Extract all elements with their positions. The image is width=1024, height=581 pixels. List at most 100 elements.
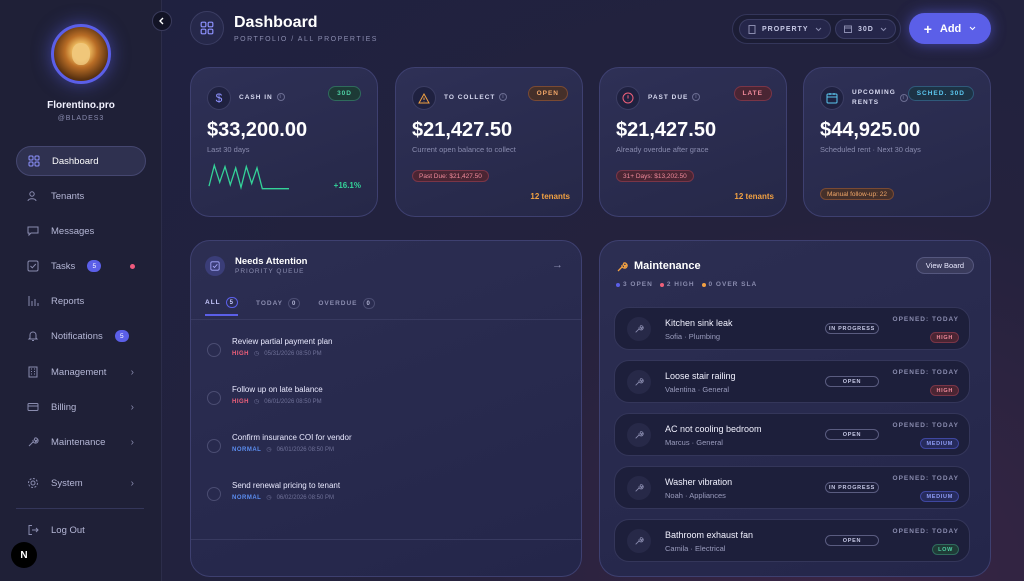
maintenance-meta: Valentina · General [665, 385, 730, 394]
maintenance-meta: Noah · Appliances [665, 491, 726, 500]
collapse-sidebar-button[interactable] [152, 11, 172, 31]
sidebar-item-tenants[interactable]: Tenants [16, 181, 146, 211]
cash-in-delta: +16.1% [333, 181, 361, 190]
sidebar-item-messages[interactable]: Messages [16, 216, 146, 246]
wrench-icon [627, 370, 651, 394]
info-icon: i [499, 93, 508, 101]
task-meta: NORMAL ◷ 06/01/2026 08:50 PM [232, 446, 334, 454]
sidebar-item-label: Dashboard [52, 155, 99, 167]
task-meta: NORMAL ◷ 06/02/2026 08:50 PM [232, 494, 334, 502]
range-select[interactable]: 30D [835, 19, 896, 39]
maintenance-row[interactable]: AC not cooling bedroom Marcus · General … [614, 413, 970, 456]
task-checkbox[interactable] [207, 391, 221, 405]
wrench-icon [627, 476, 651, 500]
checkbox-icon [205, 256, 225, 276]
divider [191, 539, 581, 540]
sidebar-item-label: Management [51, 366, 107, 378]
arrow-right-icon[interactable]: → [552, 259, 563, 271]
info-icon: i [692, 93, 701, 101]
aging-chip: 31+ Days: $13,202.50 [616, 170, 694, 182]
task-checkbox[interactable] [207, 343, 221, 357]
sidebar-item-label: Notifications [51, 330, 103, 342]
task-checkbox[interactable] [207, 487, 221, 501]
past-due-card[interactable]: PAST DUE i LATE $21,427.50 Already overdu… [599, 67, 787, 217]
add-button-label: Add [939, 22, 962, 35]
sidebar-divider [16, 508, 144, 509]
sidebar-item-notifications[interactable]: Notifications 5 [16, 321, 146, 351]
property-select-label: PROPERTY [762, 25, 809, 33]
panel-subtitle: PRIORITY QUEUE [235, 268, 305, 275]
sidebar-item-label: Tenants [51, 190, 85, 202]
avatar[interactable] [51, 24, 111, 84]
card-icon [26, 400, 40, 414]
main-content: Dashboard PORTFOLIO / ALL PROPERTIES PRO… [162, 0, 1024, 581]
maintenance-title: AC not cooling bedroom [665, 424, 762, 434]
tasks-alert-dot [130, 263, 135, 269]
priority-badge: HIGH [930, 385, 959, 396]
priority-badge: LOW [932, 544, 959, 555]
task-meta: HIGH ◷ 05/31/2026 08:50 PM [232, 350, 322, 358]
breadcrumb: PORTFOLIO / ALL PROPERTIES [234, 36, 378, 43]
tab-today[interactable]: TODAY 0 [256, 297, 301, 316]
framework-badge[interactable]: N [11, 542, 37, 568]
maintenance-title: Loose stair railing [665, 371, 736, 381]
user-handle: @BLADES3 [57, 115, 105, 122]
tab-all[interactable]: ALL 5 [205, 297, 238, 316]
upcoming-rents-card[interactable]: UPCOMING RENTS i SCHED. 30D $44,925.00 Sc… [803, 67, 991, 217]
cash-in-label: CASH IN i [239, 93, 285, 101]
sidebar-item-billing[interactable]: Billing › [16, 392, 146, 422]
add-button[interactable]: + Add [909, 13, 991, 44]
divider [191, 319, 581, 320]
maintenance-row[interactable]: Kitchen sink leak Sofia · Plumbing IN PR… [614, 307, 970, 350]
wrench-icon [26, 435, 40, 449]
cash-in-card[interactable]: $ CASH IN i 30D $33,200.00 Last 30 days +… [190, 67, 378, 217]
sidebar-item-system[interactable]: System › [16, 468, 146, 498]
property-select[interactable]: PROPERTY [739, 19, 831, 39]
maintenance-meta: Camila · Electrical [665, 544, 726, 553]
sidebar-item-label: Tasks [51, 260, 76, 272]
building-icon [26, 365, 40, 379]
maintenance-stats: 3 OPEN 2 HIGH 0 OVER SLA [616, 281, 757, 288]
period-tag: 30D [328, 86, 361, 101]
sidebar-item-tasks[interactable]: Tasks 5 [16, 251, 146, 281]
task-title: Send renewal pricing to tenant [232, 481, 341, 490]
checkbox-icon [26, 259, 40, 273]
maintenance-row[interactable]: Washer vibration Noah · Appliances IN PR… [614, 466, 970, 509]
sidebar-item-dashboard[interactable]: Dashboard [16, 146, 146, 176]
clock-icon: ◷ [254, 399, 260, 405]
logout-button[interactable]: Log Out [16, 515, 146, 545]
maintenance-meta: Marcus · General [665, 438, 723, 447]
task-meta: HIGH ◷ 06/01/2026 08:50 PM [232, 398, 322, 406]
needs-attention-panel: Needs Attention PRIORITY QUEUE → ALL 5 TO… [190, 240, 582, 577]
chevron-right-icon: › [130, 401, 134, 413]
task-row[interactable]: Review partial payment plan HIGH ◷ 05/31/2… [207, 337, 567, 367]
task-row[interactable]: Confirm insurance COI for vendor NORMAL ◷… [207, 433, 567, 463]
status-badge: IN PROGRESS [825, 482, 879, 493]
maintenance-title: Bathroom exhaust fan [665, 530, 754, 540]
to-collect-card[interactable]: TO COLLECT i OPEN $21,427.50 Current open… [395, 67, 583, 217]
panel-title: Maintenance [634, 260, 701, 272]
notifications-count-badge: 5 [114, 330, 129, 342]
tenant-count[interactable]: 12 tenants [734, 192, 774, 201]
gear-icon [26, 476, 40, 490]
task-row[interactable]: Send renewal pricing to tenant NORMAL ◷ 06… [207, 481, 567, 511]
tenant-count[interactable]: 12 tenants [530, 192, 570, 201]
chevron-left-icon [159, 17, 164, 25]
building-icon [748, 24, 756, 34]
sidebar-item-reports[interactable]: Reports [16, 286, 146, 316]
sidebar-item-label: Log Out [51, 524, 85, 536]
sidebar-item-management[interactable]: Management › [16, 357, 146, 387]
tab-overdue[interactable]: OVERDUE 0 [318, 297, 375, 316]
view-board-button[interactable]: View Board [915, 257, 974, 274]
chevron-right-icon: › [130, 366, 134, 378]
alert-circle-icon [616, 86, 640, 110]
status-badge: OPEN [825, 535, 879, 546]
task-row[interactable]: Follow up on late balance HIGH ◷ 06/01/202… [207, 385, 567, 415]
chevron-right-icon: › [130, 477, 134, 489]
task-checkbox[interactable] [207, 439, 221, 453]
cash-in-value: $33,200.00 [207, 119, 308, 141]
sidebar-item-maintenance[interactable]: Maintenance › [16, 427, 146, 457]
info-icon: i [899, 94, 908, 102]
maintenance-row[interactable]: Loose stair railing Valentina · General … [614, 360, 970, 403]
maintenance-row[interactable]: Bathroom exhaust fan Camila · Electrical… [614, 519, 970, 562]
